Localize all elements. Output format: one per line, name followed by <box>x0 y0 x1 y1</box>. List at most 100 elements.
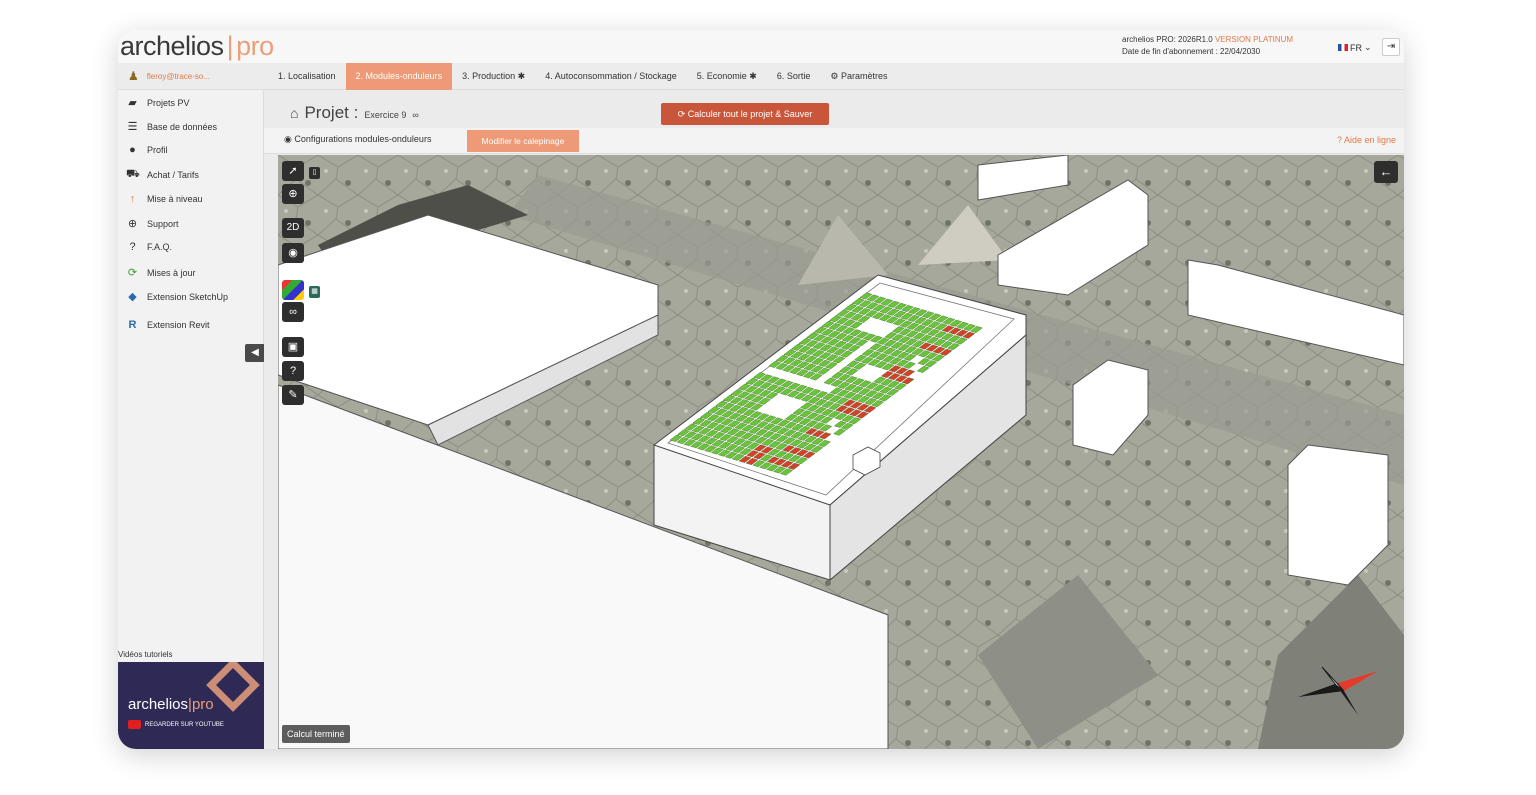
link-tool-button[interactable]: ∞ <box>282 302 304 322</box>
arrow-up-icon: ↑ <box>129 193 136 205</box>
database-icon: ☰ <box>127 121 138 133</box>
sidebar-item-label: Support <box>147 218 179 229</box>
status-message: Calcul terminé <box>282 725 350 743</box>
back-button[interactable]: ← <box>1374 161 1398 183</box>
config-tab[interactable]: ◉ Configurations modules-onduleurs <box>284 134 431 145</box>
flag-icon <box>1338 44 1348 51</box>
sidebar-item-support[interactable]: ⊕ Support <box>126 217 179 230</box>
cart-icon: ⛟ <box>126 168 140 180</box>
project-title: ⌂ Projet : Exercice 9 ∞ <box>290 103 419 123</box>
user-icon: ● <box>129 144 136 156</box>
tab-localisation[interactable]: 1. Localisation <box>268 63 346 90</box>
tutorials-label: Vidéos tutoriels <box>118 650 173 659</box>
sidebar-item-achat[interactable]: ⛟ Achat / Tarifs <box>126 168 199 182</box>
view-2d-button[interactable]: 2D <box>282 218 304 238</box>
calculate-save-button[interactable]: ⟳ Calculer tout le projet & Sauver <box>661 103 829 125</box>
visibility-button[interactable]: ◉ <box>282 243 304 263</box>
sidebar-item-label: Extension Revit <box>147 320 210 330</box>
tab-sortie[interactable]: 6. Sortie <box>767 63 821 90</box>
cursor-icon: ➚ <box>288 165 298 177</box>
user-avatar-icon: ♟ <box>128 69 139 83</box>
logout-icon: ⇥ <box>1386 41 1396 52</box>
sidebar-item-database[interactable]: ☰ Base de données <box>126 120 218 133</box>
collapse-icon: ◀ <box>251 347 259 358</box>
edit-icon: ✎ <box>288 389 298 401</box>
config-tab-label: Configurations modules-onduleurs <box>294 134 432 144</box>
help-button[interactable]: ? <box>282 361 304 381</box>
select-tool-button[interactable]: ➚ <box>282 161 304 181</box>
sidebar-item-faq[interactable]: ? F.A.Q. <box>126 241 172 253</box>
user-account[interactable]: ♟ fleroy@trace-so... <box>128 69 210 83</box>
logo-pro: pro <box>236 31 274 61</box>
collapse-sidebar-button[interactable]: ◀ <box>245 344 265 362</box>
sketchup-icon: ◆ <box>128 291 137 303</box>
edit-tool-button[interactable]: ✎ <box>282 385 304 405</box>
trash-icon[interactable]: ▯ <box>309 167 320 179</box>
banner-logo-pro: pro <box>191 696 214 713</box>
tab-bar: ♟ fleroy@trace-so... 1. Localisation 2. … <box>118 63 1404 90</box>
banner-logo: archelios|pro <box>128 696 214 713</box>
link-icon[interactable]: ∞ <box>412 110 418 120</box>
sidebar-item-label: Base de données <box>147 121 218 132</box>
question-icon: ? <box>129 241 136 253</box>
sidebar-item-label: Projets PV <box>147 97 190 108</box>
youtube-cta-label: REGARDER SUR YOUTUBE <box>145 721 224 728</box>
sidebar-item-label: Extension SketchUp <box>147 291 229 302</box>
edit-layout-button[interactable]: Modifier le calepinage <box>467 130 579 152</box>
screenshot-button[interactable]: ▣ <box>282 337 304 357</box>
tab-autoconsommation[interactable]: 4. Autoconsommation / Stockage <box>535 63 687 90</box>
orbit-tool-button[interactable]: ⊕ <box>282 184 304 204</box>
sidebar-item-label: Achat / Tarifs <box>147 170 199 180</box>
language-label: FR <box>1350 42 1362 53</box>
3d-scene[interactable] <box>278 155 1404 749</box>
sidebar-item-profil[interactable]: ● Profil <box>126 144 168 156</box>
step-tabs: 1. Localisation 2. Modules-onduleurs 3. … <box>268 63 897 90</box>
sidebar-item-updates[interactable]: ⟳ Mises à jour <box>126 266 196 279</box>
app-header: archelios | pro archelios PRO: 2026R1.0 VE… <box>118 30 1404 63</box>
logo-separator: | <box>226 31 234 61</box>
eye-icon: ◉ <box>288 247 298 259</box>
sidebar-item-label: F.A.Q. <box>147 242 173 252</box>
logout-button[interactable]: ⇥ <box>1382 38 1400 56</box>
sidebar-item-revit[interactable]: R Extension Revit <box>126 319 210 331</box>
sidebar-item-sketchup[interactable]: ◆ Extension SketchUp <box>126 290 228 303</box>
tutorial-banner[interactable]: archelios|pro REGARDER SUR YOUTUBE <box>118 662 264 749</box>
home-icon: ⌂ <box>290 105 299 121</box>
main-content: ⌂ Projet : Exercice 9 ∞ ⟳ Calculer tout … <box>264 90 1404 749</box>
sidebar-item-projets[interactable]: ▰ Projets PV <box>126 96 190 109</box>
tab-parametres[interactable]: ⚙ Paramètres <box>820 63 897 90</box>
chevron-down-icon: ⌄ <box>1364 42 1372 52</box>
tab-economie[interactable]: 5. Economie ✱ <box>687 63 767 90</box>
app-window: archelios | pro archelios PRO: 2026R1.0 VE… <box>118 30 1404 749</box>
config-toolbar: ◉ Configurations modules-onduleurs Modif… <box>264 128 1404 154</box>
sidebar: ▰ Projets PV ☰ Base de données ● Profil ⛟ Ac… <box>118 90 265 749</box>
tab-production[interactable]: 3. Production ✱ <box>452 63 535 90</box>
eye-icon: ◉ <box>284 134 295 144</box>
logo-text: archelios <box>120 31 224 61</box>
color-mode-button[interactable] <box>282 280 304 300</box>
link-icon: ∞ <box>289 306 297 318</box>
app-logo[interactable]: archelios | pro <box>120 31 274 62</box>
sidebar-item-upgrade[interactable]: ↑ Mise à niveau <box>126 193 203 205</box>
user-email: fleroy@trace-so... <box>146 71 211 81</box>
version-tag: VERSION PLATINUM <box>1214 35 1294 44</box>
panel-type-icon[interactable]: ▦ <box>309 286 320 298</box>
orbit-icon: ⊕ <box>288 188 298 200</box>
sidebar-item-label: Mise à niveau <box>147 194 203 204</box>
banner-logo-main: archelios <box>128 696 189 713</box>
question-icon: ? <box>289 365 297 377</box>
camera-icon: ▣ <box>287 341 299 353</box>
subscription-line: Date de fin d'abonnement : 22/04/2030 <box>1122 47 1261 56</box>
youtube-cta[interactable]: REGARDER SUR YOUTUBE <box>128 720 224 729</box>
tab-modules-onduleurs[interactable]: 2. Modules-onduleurs <box>345 63 453 90</box>
3d-viewport[interactable]: ➚ ▯ ⊕ 2D ◉ ▦ ∞ ▣ ? ✎ ← Calcul terminé <box>278 155 1404 749</box>
view-2d-label: 2D <box>286 222 300 233</box>
project-title-label: Projet : <box>304 103 359 122</box>
refresh-icon: ⟳ <box>127 267 138 279</box>
banner-decoration <box>206 662 260 712</box>
language-selector[interactable]: FR ⌄ <box>1338 42 1372 53</box>
arrow-left-icon: ← <box>1379 164 1393 179</box>
online-help-link[interactable]: ? Aide en ligne <box>1337 135 1396 145</box>
version-info: archelios PRO: 2026R1.0 VERSION PLATINUM… <box>1122 34 1293 58</box>
sidebar-item-label: Profil <box>147 145 168 155</box>
